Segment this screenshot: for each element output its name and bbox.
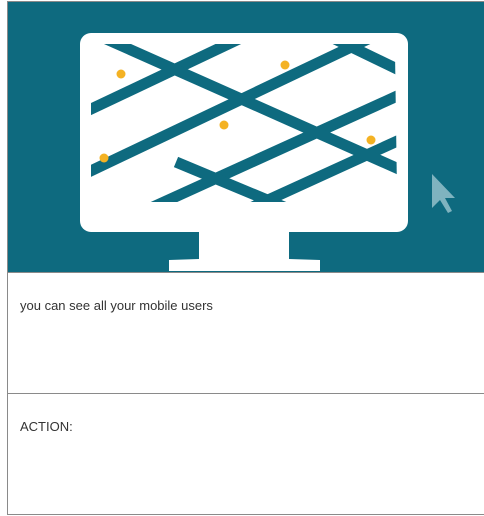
location-dot-icon: [116, 69, 126, 79]
caption-panel: you can see all your mobile users: [8, 273, 484, 394]
monitor-stand: [169, 231, 320, 271]
illustration-panel: [8, 2, 484, 273]
mouse-cursor-icon: [432, 174, 455, 213]
location-dot-icon: [99, 153, 109, 163]
caption-text: you can see all your mobile users: [20, 298, 213, 313]
storyboard-frame: you can see all your mobile users ACTION…: [7, 1, 484, 515]
illustration: [80, 33, 455, 271]
action-panel: ACTION:: [8, 394, 484, 514]
location-dot-icon: [219, 120, 229, 130]
location-dot-icon: [366, 135, 376, 145]
location-dot-icon: [280, 60, 290, 70]
action-label: ACTION:: [20, 419, 73, 434]
